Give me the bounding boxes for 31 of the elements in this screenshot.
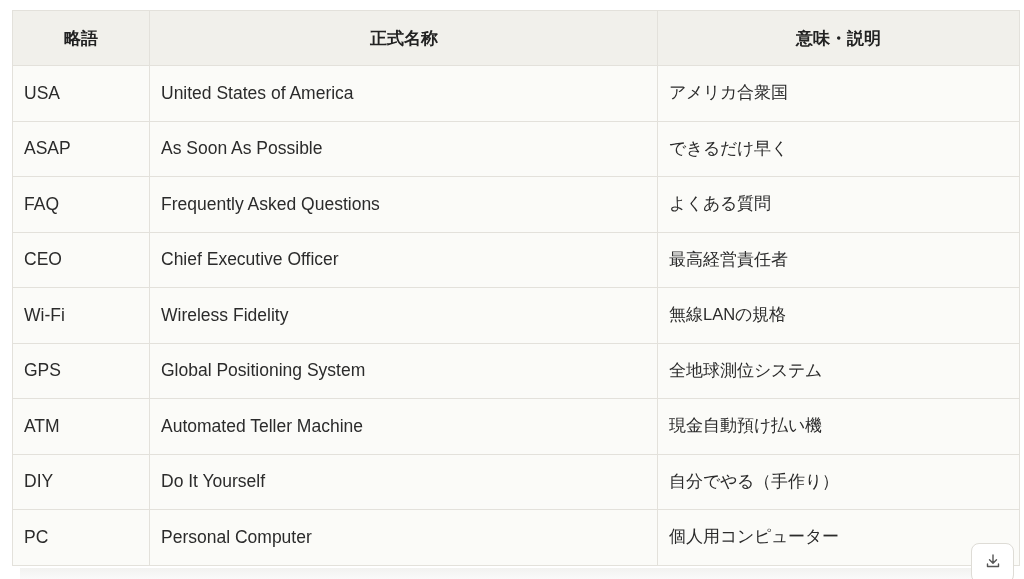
table-cell: できるだけ早く (657, 121, 1020, 177)
table-cell: PC (12, 509, 150, 565)
table-cell: 無線LANの規格 (657, 287, 1020, 343)
table-cell: As Soon As Possible (149, 121, 658, 177)
download-button[interactable] (971, 543, 1014, 579)
table-cell: ATM (12, 398, 150, 454)
table-cell: FAQ (12, 176, 150, 232)
table-cell: Wi-Fi (12, 287, 150, 343)
column-header: 意味・説明 (657, 10, 1020, 66)
download-icon (984, 553, 1001, 569)
table-cell: 全地球測位システム (657, 343, 1020, 399)
table-cell: 自分でやる（手作り） (657, 454, 1020, 510)
column-header: 正式名称 (149, 10, 658, 66)
table-cell: Frequently Asked Questions (149, 176, 658, 232)
table-cell: GPS (12, 343, 150, 399)
table-cell: アメリカ合衆国 (657, 65, 1020, 121)
column-header: 略語 (12, 10, 150, 66)
table-cell: Global Positioning System (149, 343, 658, 399)
table-cell: 最高経営責任者 (657, 232, 1020, 288)
table-cell: 現金自動預け払い機 (657, 398, 1020, 454)
table-cell: DIY (12, 454, 150, 510)
table-cell: Do It Yourself (149, 454, 658, 510)
table-cell: CEO (12, 232, 150, 288)
table-cell: United States of America (149, 65, 658, 121)
table-cell: Automated Teller Machine (149, 398, 658, 454)
table-cell: Wireless Fidelity (149, 287, 658, 343)
table-cell: USA (12, 65, 150, 121)
table-cell: Chief Executive Officer (149, 232, 658, 288)
table-cell: Personal Computer (149, 509, 658, 565)
table-cell: ASAP (12, 121, 150, 177)
table-cell: よくある質問 (657, 176, 1020, 232)
